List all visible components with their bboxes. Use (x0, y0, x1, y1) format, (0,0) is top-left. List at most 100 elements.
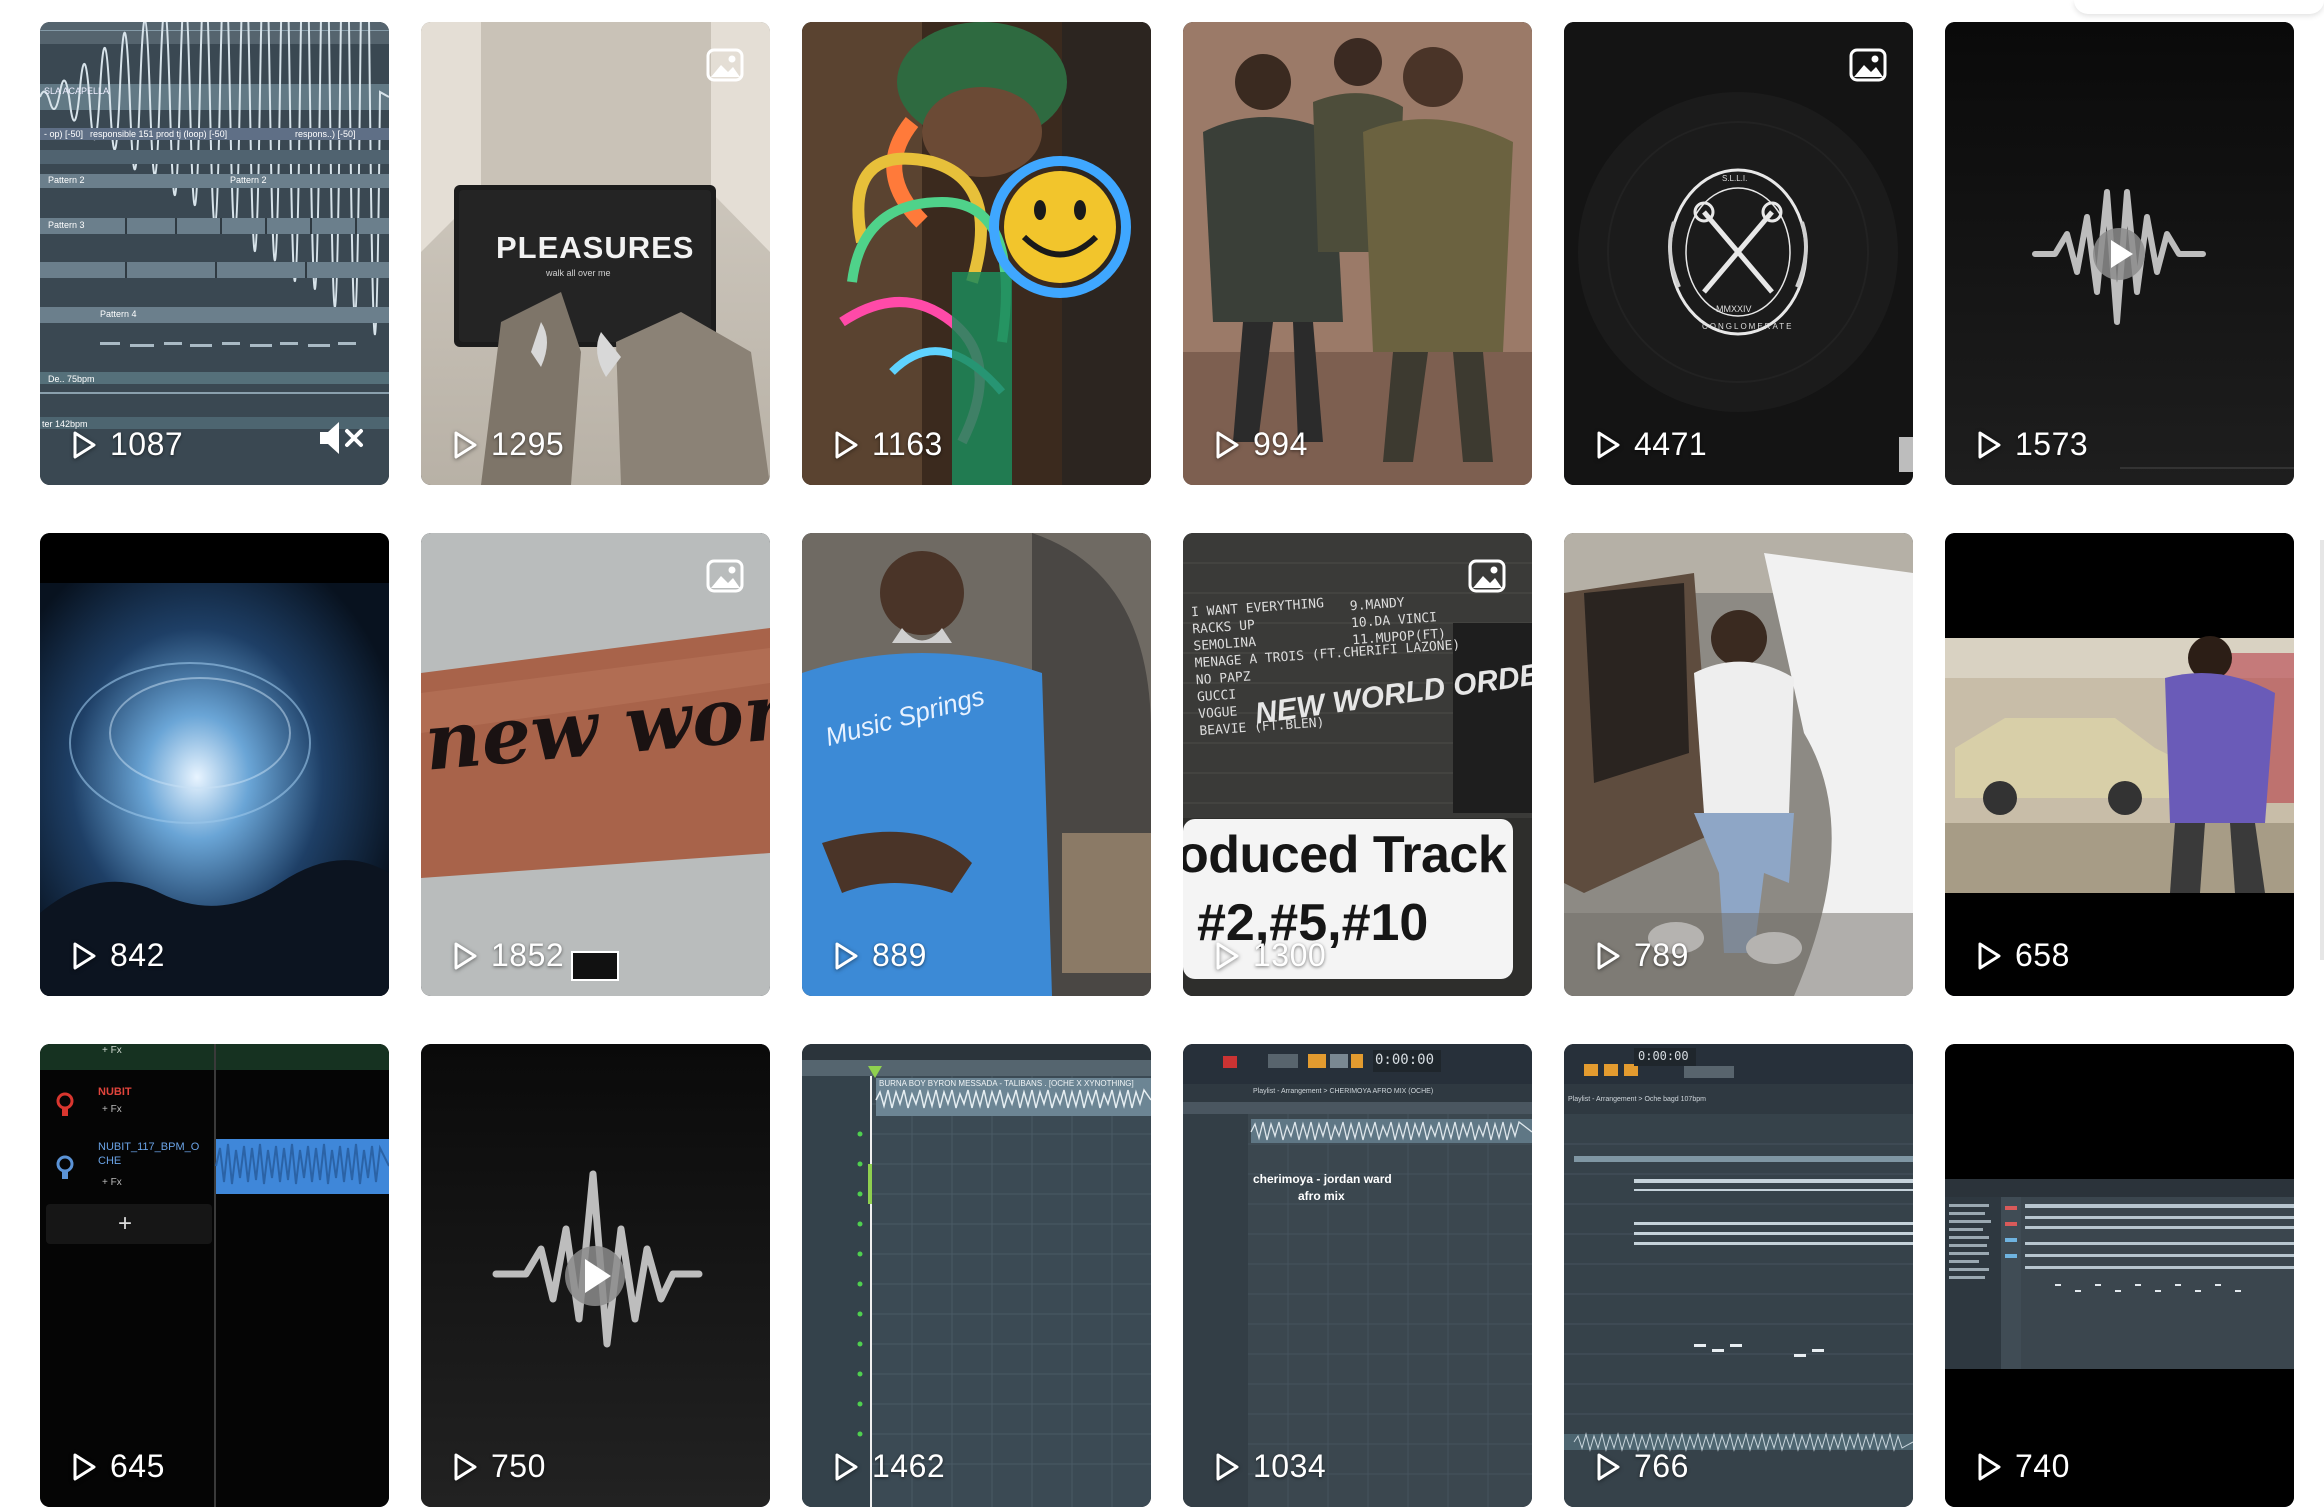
video-tile[interactable]: 994 (1183, 22, 1532, 485)
view-count: 789 (1594, 937, 1689, 974)
video-tile[interactable]: 1163 (802, 22, 1151, 485)
play-outline-icon (454, 942, 477, 969)
video-thumbnail (1945, 1044, 2294, 1507)
video-thumbnail: 0:00:00 Playlist - Arrangement > Oche ba… (1564, 1044, 1913, 1507)
play-outline-icon (1597, 942, 1620, 969)
view-count: 889 (832, 937, 927, 974)
play-outline-icon (73, 942, 96, 969)
video-tile[interactable]: PLEASURES walk all over me 1295 (421, 22, 770, 485)
video-thumbnail (1945, 22, 2294, 485)
video-thumbnail: + Fx NUBIT + Fx NUBIT_117_BPM_O CHE + Fx… (40, 1044, 389, 1507)
video-tile[interactable]: new world order 1852 (421, 533, 770, 996)
video-tile[interactable]: 0:00:00 Playlist - Arrangement > Oche ba… (1564, 1044, 1913, 1507)
mat-title: PLEASURES (496, 230, 695, 265)
play-outline-icon (1597, 431, 1620, 458)
view-count-value: 645 (110, 1448, 165, 1484)
video-tile[interactable]: 1573 (1945, 22, 2294, 485)
video-thumbnail (1183, 22, 1532, 485)
time-readout: 0:00:00 (1375, 1052, 1435, 1068)
play-outline-icon (454, 431, 477, 458)
clip-label: responsible 151 prod tj (loop) [-50] (90, 129, 228, 139)
view-count-value: 1295 (491, 426, 565, 462)
scrollbar-edge[interactable] (2320, 540, 2324, 960)
view-count-value: 658 (2015, 937, 2070, 973)
video-tile[interactable]: + Fx NUBIT + Fx NUBIT_117_BPM_O CHE + Fx… (40, 1044, 389, 1507)
seal-top-text: S.L.L.I. (1722, 174, 1748, 183)
play-outline-icon (1216, 1453, 1239, 1480)
view-count: 842 (70, 937, 165, 974)
video-thumbnail (802, 22, 1151, 485)
video-tile[interactable]: 789 (1564, 533, 1913, 996)
seal-year-text: MMXXIV (1716, 304, 1752, 314)
view-count: 1573 (1975, 426, 2088, 463)
view-count: 1034 (1213, 1448, 1326, 1485)
video-tile[interactable]: 0:00:00 Playlist - Arrangement > CHERIMO… (1183, 1044, 1532, 1507)
wall-text-right: 9.MANDY 10.DA VINCI 11.MUPOP(FT) (1349, 592, 1446, 649)
play-outline-icon (1978, 431, 2001, 458)
caption-line: oduced Track (1183, 826, 1507, 884)
view-count: 1295 (451, 426, 564, 463)
view-count-value: 750 (491, 1448, 546, 1484)
playlist-title: Playlist - Arrangement > Oche bagd 107bp… (1568, 1096, 1706, 1103)
video-tile[interactable]: BURNA BOY BYRON MESSADA - TALIBANS . [OC… (802, 1044, 1151, 1507)
add-track-button[interactable]: + (118, 1210, 132, 1238)
seal-bottom-text: CONGLOMERATE (1702, 322, 1794, 331)
view-count-value: 994 (1253, 426, 1308, 462)
play-outline-icon (1216, 942, 1239, 969)
pattern-label: Pattern 2 (230, 175, 267, 185)
view-count: 1462 (832, 1448, 945, 1485)
video-thumbnail: I WANT EVERYTHING RACKS UP SEMOLINA MENA… (1183, 533, 1532, 996)
video-tile[interactable]: 658 (1945, 533, 2294, 996)
view-count: 1300 (1213, 937, 1326, 974)
video-tile[interactable]: 842 (40, 533, 389, 996)
view-count: 1163 (832, 426, 943, 463)
muted-speaker-icon[interactable] (317, 419, 367, 457)
view-count-value: 889 (872, 937, 927, 973)
view-count: 766 (1594, 1448, 1689, 1485)
view-count: 658 (1975, 937, 2070, 974)
view-count-value: 1462 (872, 1448, 946, 1484)
video-thumbnail (421, 1044, 770, 1507)
play-outline-icon (73, 431, 96, 458)
video-thumbnail: PLEASURES walk all over me (421, 22, 770, 485)
view-count: 994 (1213, 426, 1308, 463)
video-thumbnail (1945, 533, 2294, 996)
tempo-label: De.. 75bpm (48, 374, 95, 384)
video-thumbnail: SLA ACAPELLA - op) [-50] responsible 151… (40, 22, 389, 485)
view-count-value: 1034 (1253, 1448, 1327, 1484)
video-thumbnail: new world order (421, 533, 770, 996)
photo-badge-icon (1849, 48, 1887, 82)
play-outline-icon (835, 942, 858, 969)
view-count-value: 1300 (1253, 937, 1327, 973)
photo-badge-icon (1468, 559, 1506, 593)
view-count-value: 842 (110, 937, 165, 973)
video-tile[interactable]: Music Springs 889 (802, 533, 1151, 996)
view-count: 750 (451, 1448, 546, 1485)
video-thumbnail: 0:00:00 Playlist - Arrangement > CHERIMO… (1183, 1044, 1532, 1507)
view-count-value: 1573 (2015, 426, 2089, 462)
photo-badge-icon (706, 48, 744, 82)
video-thumbnail (1564, 533, 1913, 996)
video-caption: cherimoya - jordan ward (1253, 1172, 1392, 1186)
view-count: 740 (1975, 1448, 2070, 1485)
time-readout: 0:00:00 (1638, 1049, 1689, 1063)
fx-label: + Fx (102, 1177, 122, 1188)
pattern-label: Pattern 2 (48, 175, 85, 185)
video-tile[interactable]: SLA ACAPELLA - op) [-50] responsible 151… (40, 22, 389, 485)
track-name: NUBIT (98, 1086, 132, 1098)
pattern-label: Pattern 4 (100, 309, 137, 319)
track-label: SLA ACAPELLA (44, 86, 110, 96)
view-count-value: 1087 (110, 426, 184, 462)
clip-label: respons..) [-50] (295, 129, 356, 139)
view-count-value: 789 (1634, 937, 1689, 973)
video-tile[interactable]: S.L.L.I. MMXXIV CONGLOMERATE 4471 (1564, 22, 1913, 485)
view-count: 1852 (451, 937, 564, 974)
video-caption: afro mix (1298, 1189, 1345, 1203)
video-tile[interactable]: 750 (421, 1044, 770, 1507)
play-outline-icon (1978, 942, 2001, 969)
play-outline-icon (454, 1453, 477, 1480)
top-chip (2074, 0, 2324, 14)
video-tile[interactable]: I WANT EVERYTHING RACKS UP SEMOLINA MENA… (1183, 533, 1532, 996)
video-tile[interactable]: 740 (1945, 1044, 2294, 1507)
view-count-value: 766 (1634, 1448, 1689, 1484)
